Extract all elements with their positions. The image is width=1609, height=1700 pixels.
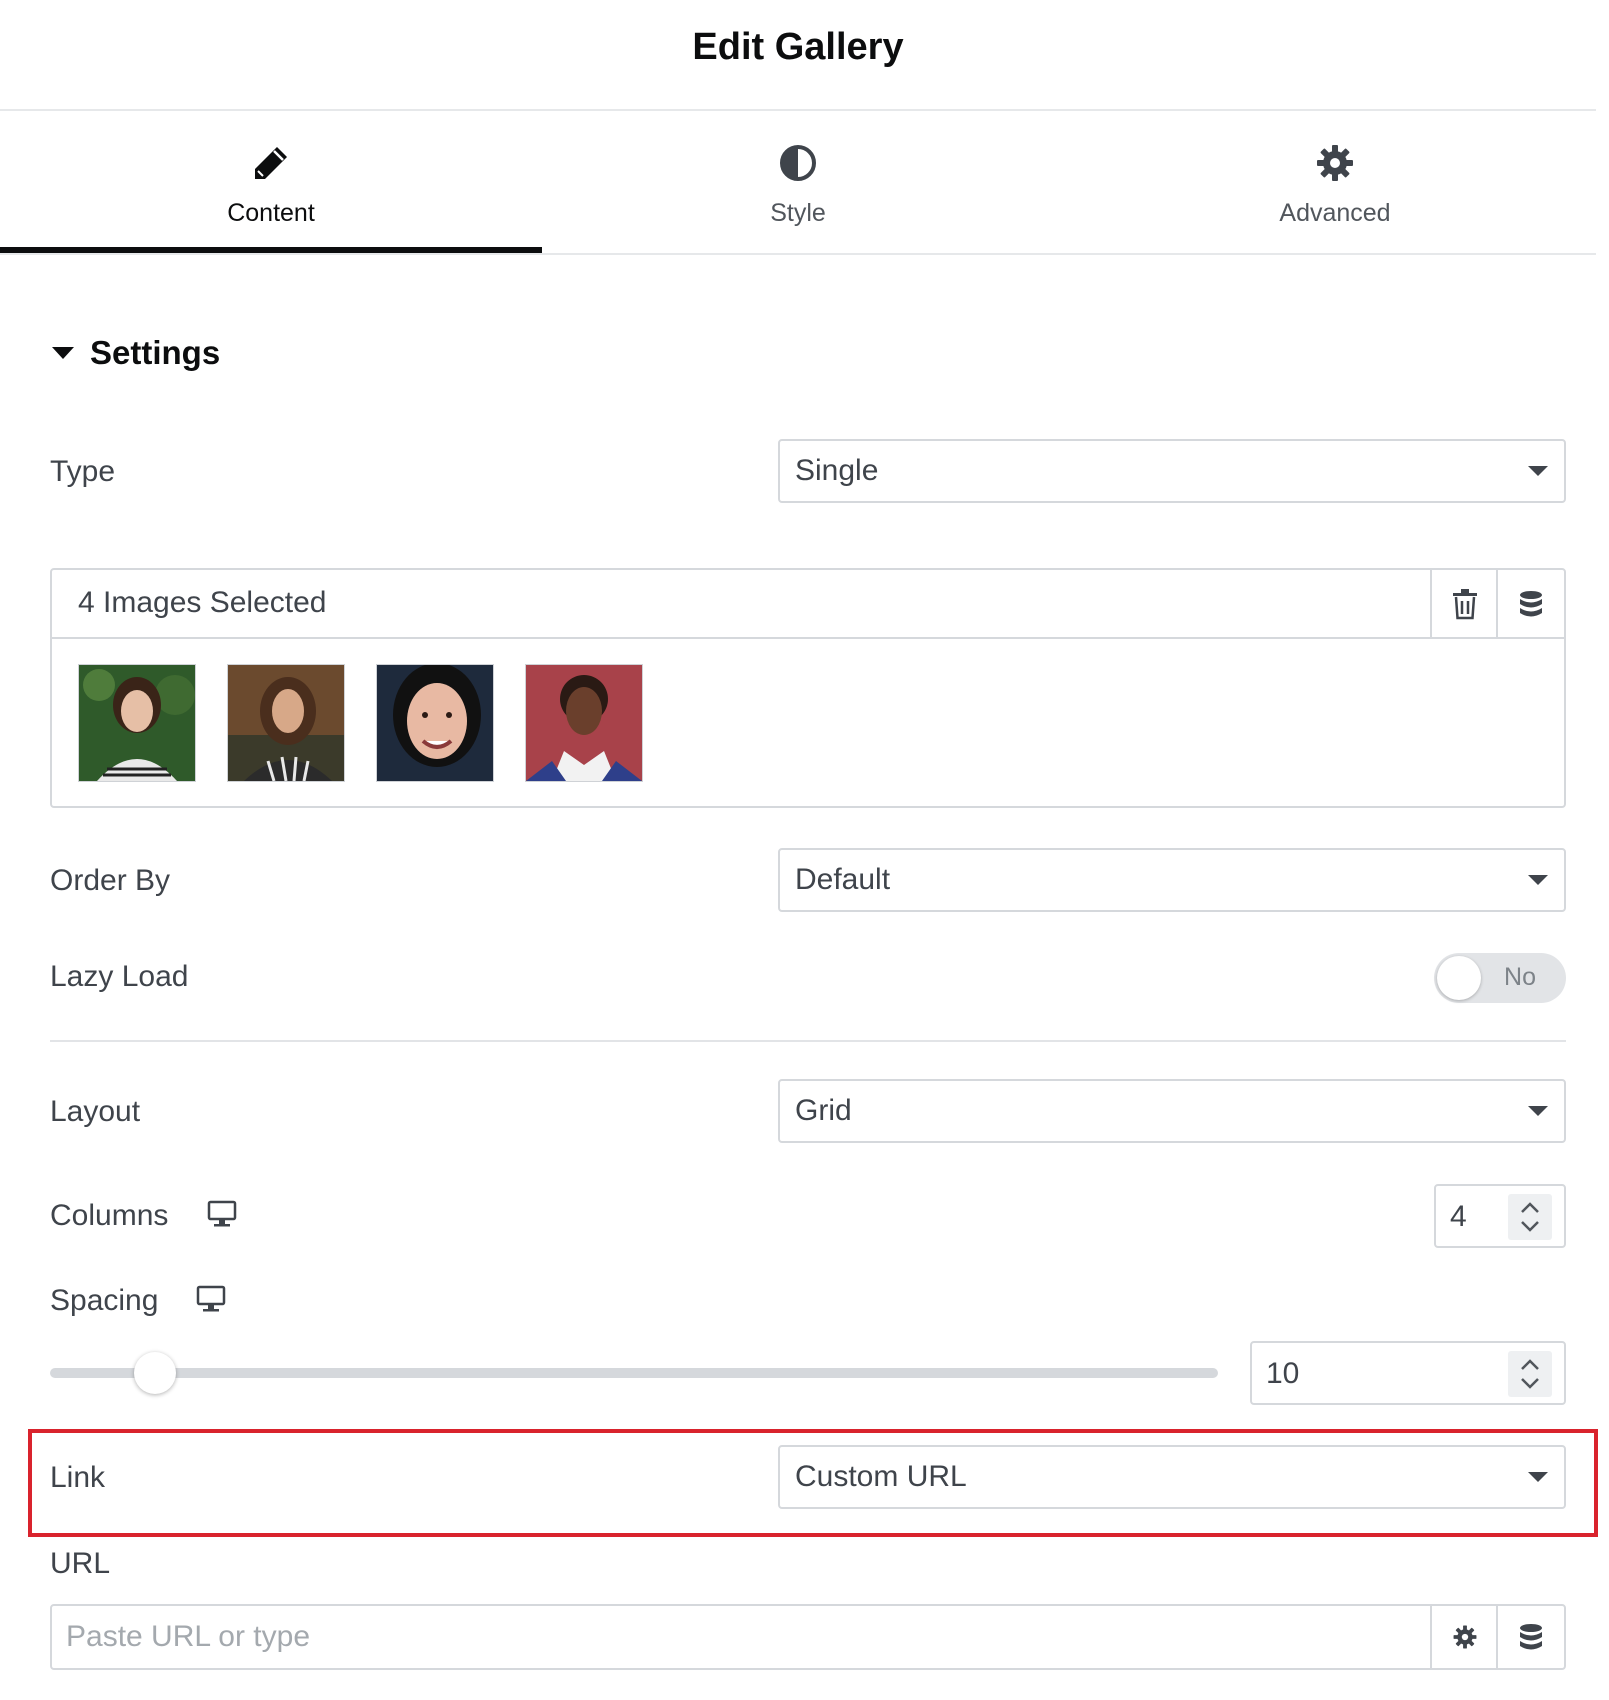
spinner-arrows-icon[interactable] (1508, 1194, 1552, 1240)
spinner-arrows-icon[interactable] (1508, 1351, 1552, 1397)
url-dynamic-tags-button[interactable] (1496, 1606, 1564, 1668)
columns-number-input[interactable]: 4 (1434, 1184, 1566, 1248)
layout-label: Layout (50, 1095, 141, 1128)
trash-icon (1453, 588, 1477, 619)
tab-content[interactable]: Content (0, 111, 542, 253)
desktop-icon[interactable] (196, 1285, 226, 1313)
url-label: URL (50, 1547, 111, 1580)
panel-header: Edit Gallery (0, 0, 1596, 111)
columns-label: Columns (50, 1199, 169, 1232)
columns-value: 4 (1450, 1200, 1467, 1233)
settings-section-toggle[interactable]: Settings (52, 333, 220, 373)
lazy-load-toggle[interactable]: No (1434, 953, 1566, 1003)
spacing-slider-track[interactable] (50, 1368, 1218, 1378)
half-circle-icon (780, 145, 816, 181)
page-title: Edit Gallery (692, 26, 904, 68)
toggle-state-text: No (1504, 963, 1536, 991)
order-by-label: Order By (50, 864, 171, 897)
caret-down-icon (52, 347, 74, 359)
spacing-number-input[interactable]: 10 (1250, 1341, 1566, 1405)
spacing-slider-handle[interactable] (134, 1352, 177, 1394)
gallery-thumbnail[interactable] (376, 664, 494, 782)
type-select[interactable]: Single (778, 439, 1566, 503)
desktop-icon[interactable] (207, 1200, 237, 1228)
dynamic-tags-button[interactable] (1496, 570, 1564, 637)
database-icon (1520, 590, 1542, 616)
url-input[interactable] (52, 1606, 1432, 1668)
gallery-thumbnail[interactable] (525, 664, 643, 782)
lazy-load-label: Lazy Load (50, 960, 189, 993)
gallery-thumbnail[interactable] (78, 664, 196, 782)
link-select[interactable]: Custom URL (778, 1445, 1566, 1509)
gallery-control: 4 Images Selected (50, 568, 1566, 808)
url-control (50, 1604, 1566, 1670)
portrait-thumbnail-2 (228, 665, 344, 781)
pencil-icon (255, 147, 287, 179)
spacing-label: Spacing (50, 1284, 159, 1317)
clear-gallery-button[interactable] (1430, 570, 1498, 637)
tab-content-label: Content (227, 199, 315, 227)
caret-down-icon (1528, 875, 1548, 885)
link-label: Link (50, 1461, 106, 1494)
tab-style-label: Style (770, 199, 826, 227)
gear-icon (1453, 1625, 1477, 1649)
layout-select-value: Grid (795, 1094, 852, 1127)
portrait-thumbnail-4 (526, 665, 642, 781)
caret-down-icon (1528, 466, 1548, 476)
gear-icon (1317, 145, 1353, 181)
order-by-select-value: Default (795, 863, 891, 896)
tab-advanced-label: Advanced (1279, 199, 1391, 227)
toggle-knob (1437, 956, 1481, 1000)
order-by-select[interactable]: Default (778, 848, 1566, 912)
type-label: Type (50, 455, 116, 488)
spacing-value: 10 (1266, 1357, 1300, 1390)
type-select-value: Single (795, 454, 879, 487)
tab-bar: Content Style Advanced (0, 111, 1596, 255)
section-title: Settings (90, 334, 221, 371)
tab-style[interactable]: Style (527, 111, 1069, 253)
layout-select[interactable]: Grid (778, 1079, 1566, 1143)
link-select-value: Custom URL (795, 1460, 967, 1493)
caret-down-icon (1528, 1106, 1548, 1116)
database-icon (1520, 1624, 1542, 1650)
gallery-count: 4 Images Selected (78, 586, 327, 619)
portrait-thumbnail-3 (377, 665, 493, 781)
tab-advanced[interactable]: Advanced (1064, 111, 1606, 253)
url-options-button[interactable] (1430, 1606, 1498, 1668)
section-divider (50, 1040, 1566, 1042)
caret-down-icon (1528, 1472, 1548, 1482)
gallery-thumbnail[interactable] (227, 664, 345, 782)
portrait-thumbnail-1 (79, 665, 195, 781)
gallery-header: 4 Images Selected (52, 570, 1564, 639)
